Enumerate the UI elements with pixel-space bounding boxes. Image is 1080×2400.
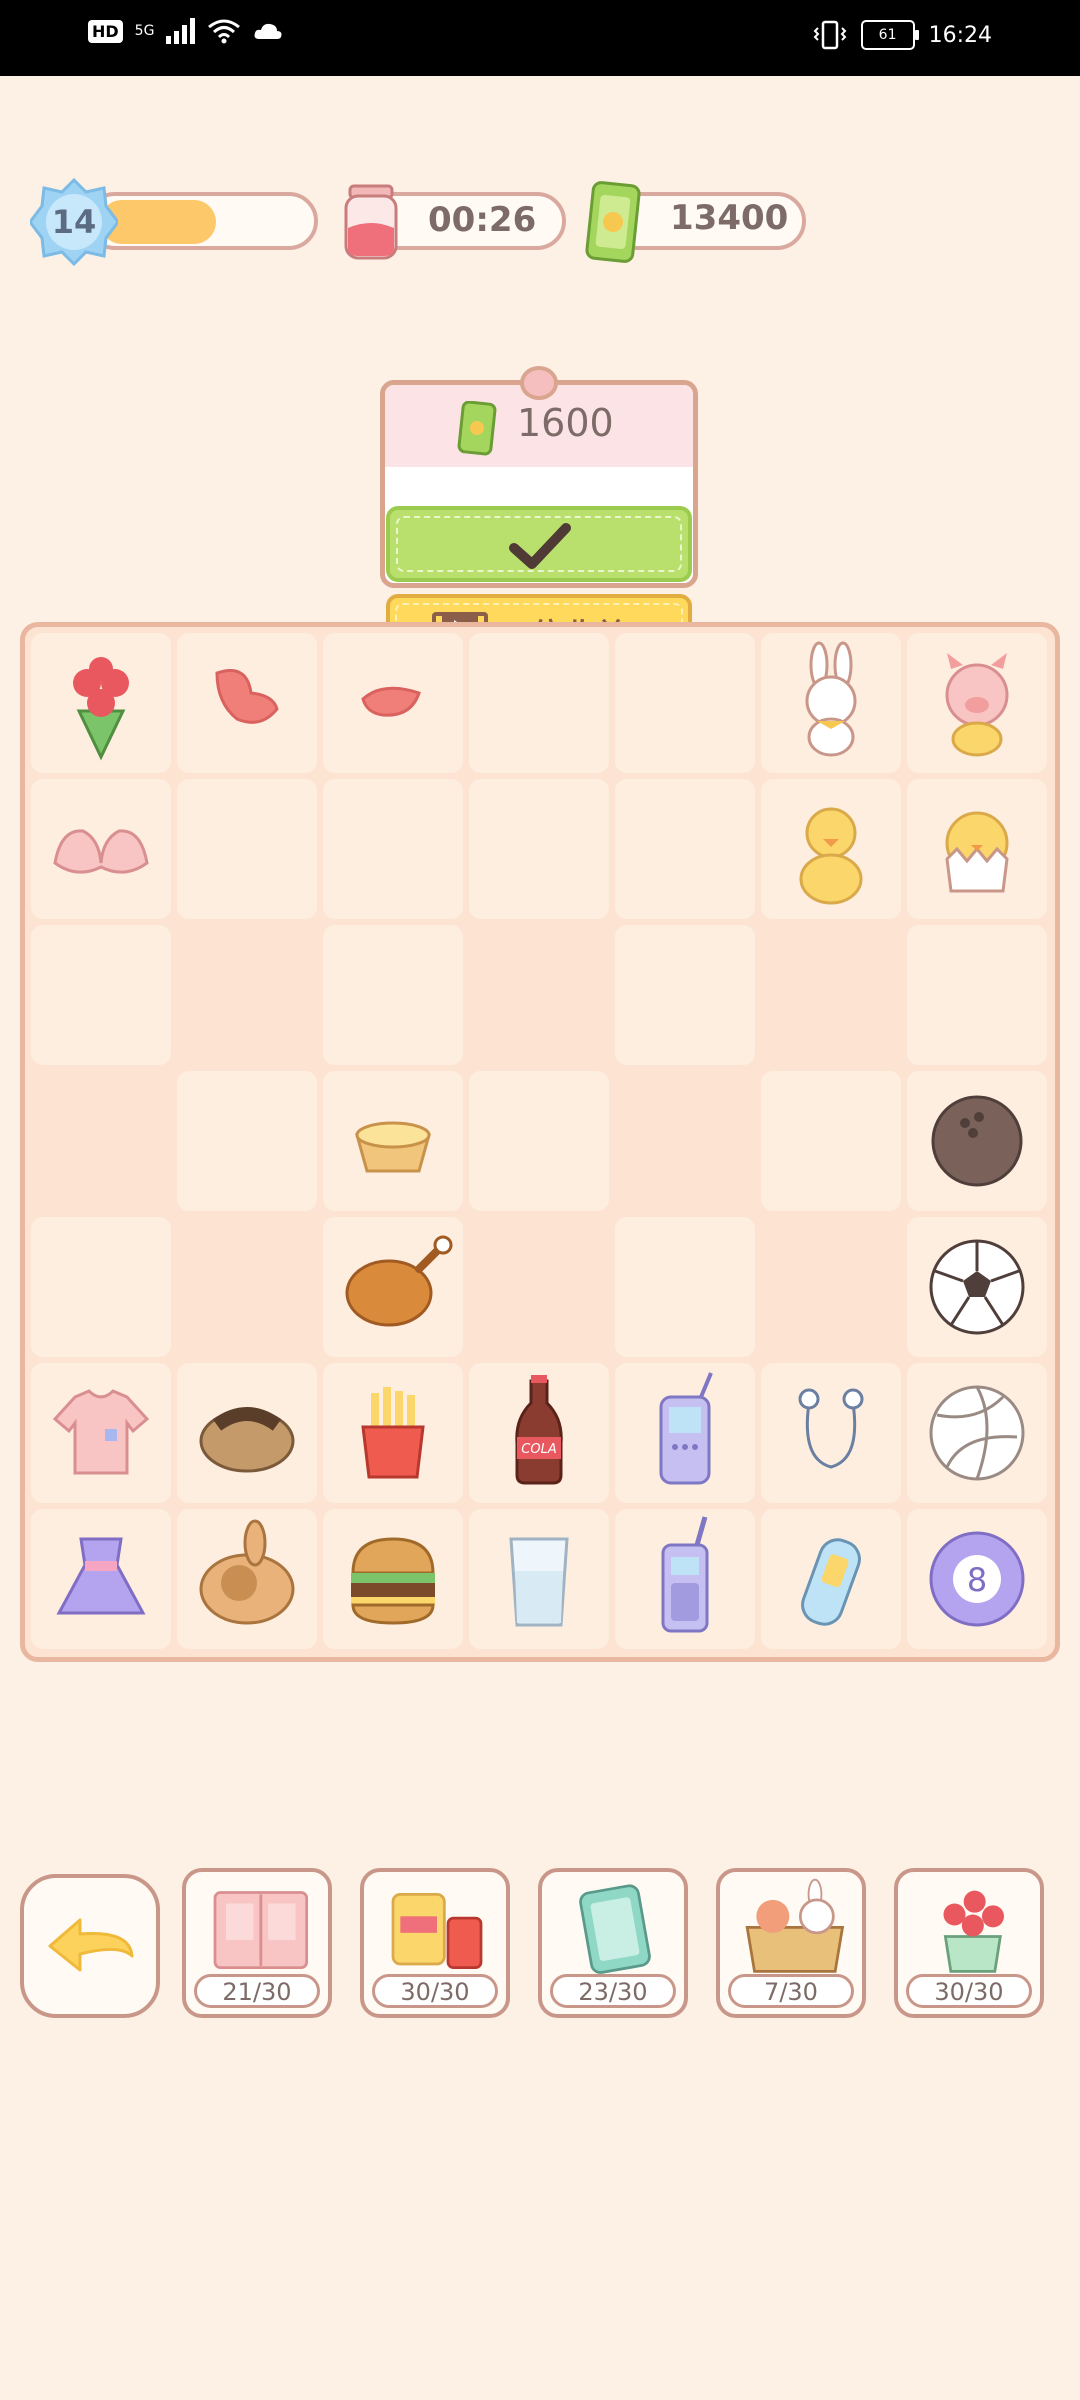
petal-icon[interactable] <box>323 633 463 773</box>
fries-icon[interactable] <box>323 1363 463 1503</box>
category-count: 30/30 <box>372 1974 498 2008</box>
board-cell[interactable] <box>615 925 755 1065</box>
reward-amount: 1600 <box>517 401 614 445</box>
category-count: 7/30 <box>728 1974 854 2008</box>
category-button-wardrobe[interactable]: 21/30 <box>182 1868 332 2018</box>
checkmark-icon <box>509 523 571 569</box>
toy-box-icon <box>723 1876 863 1990</box>
signal-icon <box>166 18 196 44</box>
volleyball-icon[interactable] <box>907 1363 1047 1503</box>
cloud-icon <box>254 23 282 39</box>
burger-icon[interactable] <box>323 1509 463 1649</box>
board-cell[interactable] <box>177 1071 317 1211</box>
duck-plush-icon[interactable] <box>761 779 901 919</box>
svg-text:COLA: COLA <box>521 1442 556 1457</box>
board-cell[interactable] <box>469 633 609 773</box>
category-button-snacks[interactable]: 30/30 <box>360 1868 510 2018</box>
board-cell[interactable] <box>469 779 609 919</box>
coins-count: 13400 <box>670 198 789 238</box>
cash-icon <box>585 181 641 263</box>
status-bar: HD 5G 61 16:24 <box>0 0 1080 76</box>
clock: 16:24 <box>928 22 992 48</box>
rose-vase-icon <box>901 1876 1041 1990</box>
bunny-plush-icon[interactable] <box>761 633 901 773</box>
battery-icon: 61 <box>860 20 919 50</box>
confirm-button[interactable] <box>386 506 692 582</box>
phone-case-icon <box>545 1876 685 1990</box>
cordless-phone-icon[interactable] <box>615 1509 755 1649</box>
popup-pin-icon <box>520 366 558 400</box>
category-button-toy-box[interactable]: 7/30 <box>716 1868 866 2018</box>
network-label: 5G <box>134 23 155 39</box>
board-cell[interactable] <box>323 779 463 919</box>
board-cell[interactable] <box>615 1217 755 1357</box>
snacks-icon <box>367 1876 507 1990</box>
bra-icon[interactable] <box>31 779 171 919</box>
board-cell[interactable] <box>177 779 317 919</box>
wardrobe-icon <box>189 1876 329 1990</box>
merge-board[interactable]: COLA 8 <box>20 622 1060 1662</box>
board-cell[interactable] <box>761 1071 901 1211</box>
status-left: HD 5G <box>88 18 283 44</box>
petal-pair-icon[interactable] <box>177 633 317 773</box>
pig-plush-icon[interactable] <box>907 633 1047 773</box>
svg-text:8: 8 <box>967 1561 987 1599</box>
mp3-player-icon[interactable] <box>761 1509 901 1649</box>
energy-timer: 00:26 <box>428 200 537 240</box>
category-count: 23/30 <box>550 1974 676 2008</box>
board-cell[interactable] <box>469 1071 609 1211</box>
soccer-ball-icon[interactable] <box>907 1217 1047 1357</box>
category-button-rose-vase[interactable]: 30/30 <box>894 1868 1044 2018</box>
board-cell[interactable] <box>31 925 171 1065</box>
cash-icon <box>457 401 497 456</box>
level-number: 14 <box>51 203 97 241</box>
slipper-icon[interactable] <box>177 1363 317 1503</box>
purple-dress-icon[interactable] <box>31 1509 171 1649</box>
board-cell[interactable] <box>615 779 755 919</box>
water-glass-icon[interactable] <box>469 1509 609 1649</box>
energy-drink-icon <box>344 184 398 260</box>
category-button-phone-case[interactable]: 23/30 <box>538 1868 688 2018</box>
bunny-slipper-icon[interactable] <box>177 1509 317 1649</box>
vibrate-icon <box>813 20 847 50</box>
bowling-ball-icon[interactable] <box>907 1071 1047 1211</box>
back-button[interactable] <box>20 1874 160 2018</box>
roast-chicken-icon[interactable] <box>323 1217 463 1357</box>
chick-egg-plush-icon[interactable] <box>907 779 1047 919</box>
status-right: 61 16:24 <box>813 20 992 50</box>
eight-ball-icon[interactable]: 8 <box>907 1509 1047 1649</box>
cola-bottle-icon[interactable]: COLA <box>469 1363 609 1503</box>
back-arrow-icon <box>48 1918 134 1972</box>
board-cell[interactable] <box>615 633 755 773</box>
category-count: 30/30 <box>906 1974 1032 2008</box>
category-count: 21/30 <box>194 1974 320 2008</box>
wifi-icon <box>208 19 241 44</box>
board-cell[interactable] <box>907 925 1047 1065</box>
pink-shirt-icon[interactable] <box>31 1363 171 1503</box>
board-cell[interactable] <box>31 1217 171 1357</box>
rose-bouquet-icon[interactable] <box>31 633 171 773</box>
board-cell[interactable] <box>323 925 463 1065</box>
flip-phone-icon[interactable] <box>615 1363 755 1503</box>
earphones-icon[interactable] <box>761 1363 901 1503</box>
egg-tart-icon[interactable] <box>323 1071 463 1211</box>
hd-icon: HD <box>88 19 123 43</box>
